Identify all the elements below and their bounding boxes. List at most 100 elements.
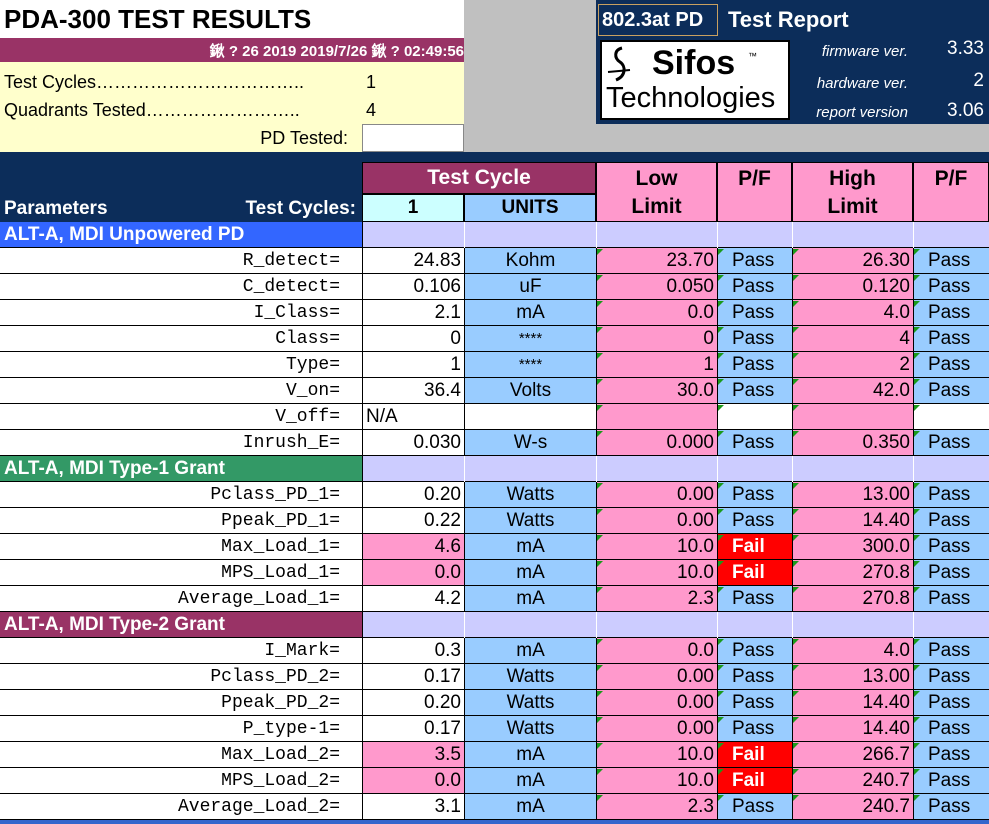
high-limit-cell[interactable]: 14.40 [792,508,913,534]
measured-value[interactable]: 0.0 [362,560,464,586]
low-limit-cell[interactable]: 0.00 [596,716,717,742]
parameter-name: Pclass_PD_2= [0,664,362,690]
measured-value[interactable]: 0.20 [362,690,464,716]
measured-value[interactable]: 0.22 [362,508,464,534]
low-limit-cell[interactable]: 10.0 [596,534,717,560]
high-limit-cell[interactable]: 266.7 [792,742,913,768]
cell-comment-marker [793,743,799,749]
parameter-name: V_off= [0,404,362,430]
cell-comment-marker [914,717,920,723]
pass-fail-high: Pass [913,716,989,742]
cell-comment-marker [597,639,603,645]
low-limit-cell[interactable]: 10.0 [596,768,717,794]
measured-value[interactable]: 0.106 [362,274,464,300]
parameter-name: Ppeak_PD_2= [0,690,362,716]
section-title: ALT-A, MDI Type-2 Grant [0,612,362,638]
measured-value[interactable]: 0.3 [362,638,464,664]
measured-value[interactable]: 0.20 [362,482,464,508]
low-limit-cell[interactable]: 0.050 [596,274,717,300]
cell-comment-marker [793,561,799,567]
high-limit-cell[interactable]: 13.00 [792,664,913,690]
column-divider [596,612,597,638]
high-limit-cell[interactable]: 4.0 [792,638,913,664]
measured-value[interactable]: 0 [362,326,464,352]
high-limit-cell[interactable]: 4.0 [792,300,913,326]
measured-value[interactable]: 3.5 [362,742,464,768]
parameter-name: Type= [0,352,362,378]
measured-value[interactable]: 24.83 [362,248,464,274]
pass-fail-high: Pass [913,586,989,612]
unit-cell: mA [464,300,596,326]
low-limit-cell[interactable]: 10.0 [596,742,717,768]
high-limit-cell[interactable]: 300.0 [792,534,913,560]
cell-comment-marker [793,717,799,723]
low-limit-cell[interactable]: 0.00 [596,482,717,508]
low-limit-cell[interactable]: 0.0 [596,638,717,664]
pass-fail-low: Pass [717,586,792,612]
high-limit-cell[interactable]: 270.8 [792,560,913,586]
high-limit-cell[interactable] [792,404,913,430]
high-limit-cell[interactable]: 270.8 [792,586,913,612]
high-limit-cell[interactable]: 13.00 [792,482,913,508]
cell-comment-marker [793,691,799,697]
low-limit-cell[interactable]: 0.0 [596,300,717,326]
cell-comment-marker [914,743,920,749]
cell-comment-marker [914,769,920,775]
measured-value[interactable]: 0.030 [362,430,464,456]
measured-value[interactable]: 1 [362,352,464,378]
low-limit-cell[interactable]: 10.0 [596,560,717,586]
test-cycle-header: Test Cycle [362,162,596,194]
cell-comment-marker [793,249,799,255]
high-limit-cell[interactable]: 240.7 [792,794,913,820]
cell-comment-marker [597,249,603,255]
unit-cell: Kohm [464,248,596,274]
parameter-name: V_on= [0,378,362,404]
parameter-name: MPS_Load_2= [0,768,362,794]
measured-value[interactable]: 0.0 [362,768,464,794]
high-limit-cell[interactable]: 26.30 [792,248,913,274]
high-limit-cell[interactable]: 0.120 [792,274,913,300]
high-limit-cell[interactable]: 0.350 [792,430,913,456]
measured-value[interactable]: 36.4 [362,378,464,404]
high-limit-cell[interactable]: 2 [792,352,913,378]
cell-comment-marker [793,665,799,671]
low-limit-cell[interactable]: 2.3 [596,586,717,612]
low-limit-cell[interactable]: 0.00 [596,508,717,534]
unit-cell: Watts [464,690,596,716]
quadrants-label: Quadrants Tested…………………….. [4,99,300,120]
measured-value[interactable]: 0.17 [362,716,464,742]
unit-cell: mA [464,768,596,794]
pass-fail-low: Fail [717,768,792,794]
pd-tested-field[interactable] [362,124,464,152]
high-limit-cell[interactable]: 14.40 [792,690,913,716]
measured-value[interactable]: 0.17 [362,664,464,690]
logo-trademark: ™ [748,51,757,61]
measured-value[interactable]: 4.6 [362,534,464,560]
high-limit-cell[interactable]: 14.40 [792,716,913,742]
hardware-value: 2 [973,70,984,91]
pass-fail-low: Pass [717,664,792,690]
unit-cell: Volts [464,378,596,404]
measured-value[interactable]: N/A [362,404,464,430]
low-limit-cell[interactable]: 0.000 [596,430,717,456]
cell-comment-marker [597,743,603,749]
measured-value[interactable]: 3.1 [362,794,464,820]
low-limit-cell[interactable]: 2.3 [596,794,717,820]
measured-value[interactable]: 2.1 [362,300,464,326]
low-limit-cell[interactable]: 0.00 [596,690,717,716]
pass-fail-high: Pass [913,430,989,456]
parameter-name: I_Mark= [0,638,362,664]
high-limit-cell[interactable]: 42.0 [792,378,913,404]
low-limit-cell[interactable]: 30.0 [596,378,717,404]
low-limit-cell[interactable]: 23.70 [596,248,717,274]
measured-value[interactable]: 4.2 [362,586,464,612]
low-limit-cell[interactable]: 1 [596,352,717,378]
column-divider [464,456,465,482]
low-limit-cell[interactable]: 0 [596,326,717,352]
low-limit-cell[interactable] [596,404,717,430]
pass-fail-low: Fail [717,742,792,768]
high-limit-cell[interactable]: 240.7 [792,768,913,794]
high-limit-cell[interactable]: 4 [792,326,913,352]
low-limit-cell[interactable]: 0.00 [596,664,717,690]
pass-fail-low: Pass [717,326,792,352]
